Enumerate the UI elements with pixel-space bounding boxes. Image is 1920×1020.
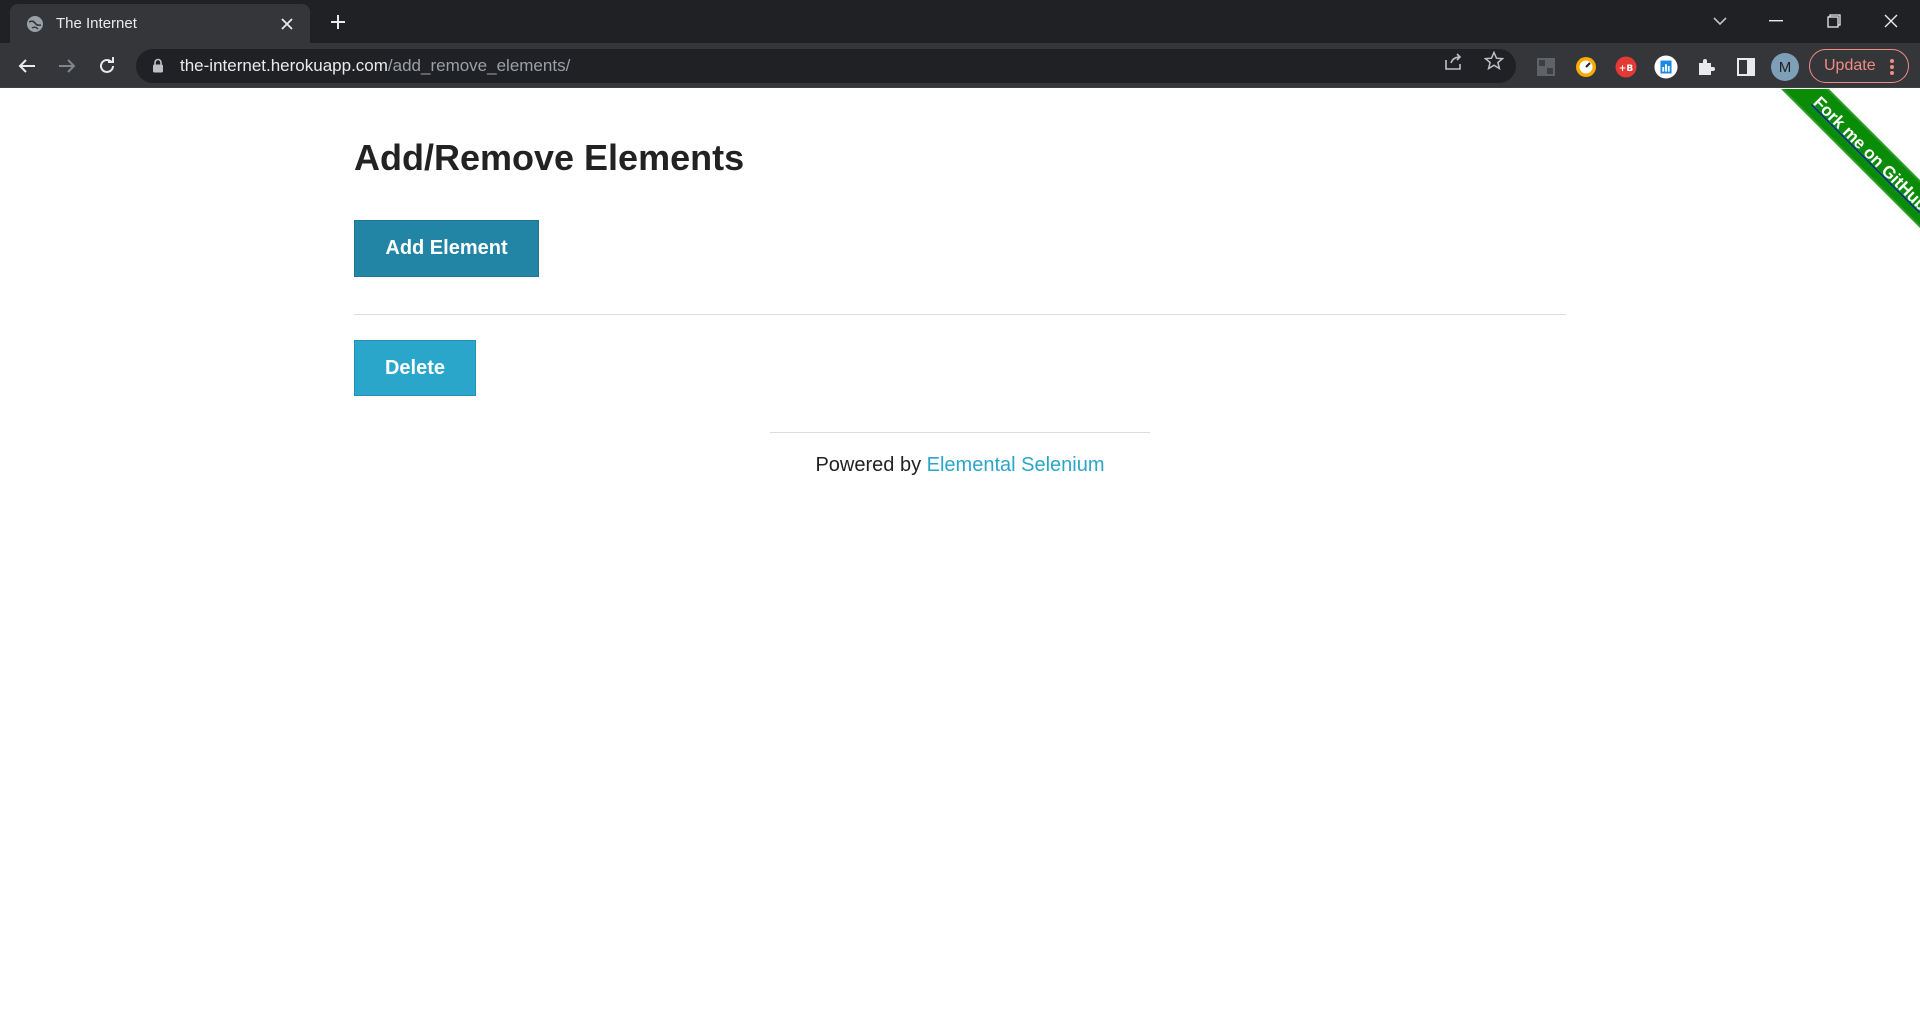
- svg-text:+B: +B: [1619, 64, 1634, 74]
- forward-arrow-icon[interactable]: [52, 51, 82, 81]
- tab-title: The Internet: [56, 15, 137, 32]
- recorder-extension-icon[interactable]: +B: [1614, 55, 1638, 79]
- lock-icon[interactable]: [152, 58, 166, 74]
- chart-extension-icon[interactable]: [1654, 55, 1678, 79]
- close-tab-icon[interactable]: [276, 13, 298, 35]
- github-ribbon: Fork me on GitHub: [1750, 89, 1920, 259]
- extensions-puzzle-icon[interactable]: [1694, 55, 1718, 79]
- close-window-icon[interactable]: [1873, 6, 1909, 36]
- speedometer-extension-icon[interactable]: [1574, 55, 1598, 79]
- browser-tab[interactable]: The Internet: [10, 4, 310, 43]
- page-title: Add/Remove Elements: [354, 137, 745, 178]
- footer: Powered by Elemental Selenium: [0, 454, 1920, 477]
- fork-me-on-github-link[interactable]: Fork me on GitHub: [1766, 89, 1920, 258]
- globe-icon: [26, 15, 44, 33]
- delete-button[interactable]: Delete: [354, 340, 476, 396]
- update-label: Update: [1824, 57, 1876, 74]
- ribbon-label: Fork me on GitHub: [1809, 92, 1920, 215]
- qr-extension-icon[interactable]: [1534, 55, 1558, 79]
- profile-avatar[interactable]: M: [1771, 53, 1799, 81]
- tab-strip: The Internet: [0, 0, 1920, 43]
- bookmark-star-icon[interactable]: [1484, 51, 1504, 71]
- add-element-button[interactable]: Add Element: [354, 220, 539, 277]
- page-content: Add/Remove Elements Add Element Delete P…: [0, 89, 1920, 1020]
- back-arrow-icon[interactable]: [12, 51, 42, 81]
- new-tab-icon[interactable]: [326, 10, 350, 34]
- minimize-icon[interactable]: [1758, 6, 1794, 36]
- address-bar[interactable]: the-internet.herokuapp.com /add_remove_e…: [136, 49, 1516, 83]
- share-icon[interactable]: [1445, 51, 1465, 71]
- footer-divider: [770, 432, 1150, 433]
- url-path: /add_remove_elements/: [387, 56, 571, 75]
- update-button[interactable]: Update: [1809, 49, 1909, 83]
- reload-icon[interactable]: [92, 51, 122, 81]
- footer-prefix: Powered by: [815, 454, 927, 476]
- side-panel-icon[interactable]: [1734, 55, 1758, 79]
- tab-search-chevron-icon[interactable]: [1702, 6, 1738, 36]
- browser-toolbar: the-internet.herokuapp.com /add_remove_e…: [0, 43, 1920, 88]
- restore-icon[interactable]: [1816, 6, 1852, 36]
- elemental-selenium-link[interactable]: Elemental Selenium: [927, 454, 1105, 476]
- divider: [354, 314, 1566, 315]
- more-menu-icon: [1890, 59, 1894, 75]
- url-host: the-internet.herokuapp.com: [180, 56, 388, 75]
